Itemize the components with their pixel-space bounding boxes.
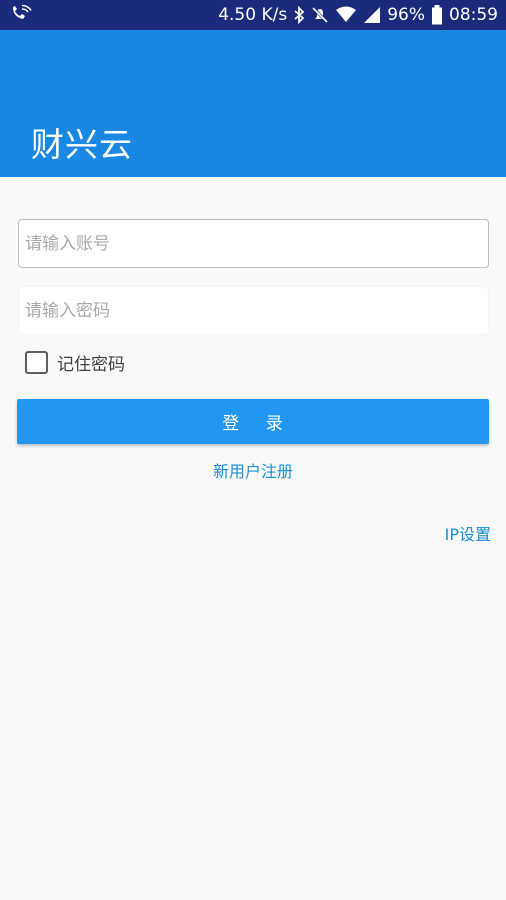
remember-password-toggle[interactable]: 记住密码 (25, 350, 125, 375)
phone-wifi-icon (10, 4, 32, 27)
status-right: 4.50 K/s 96% 08:59 (218, 5, 498, 25)
login-button-label: 登 录 (222, 414, 284, 434)
remember-checkbox[interactable] (25, 351, 48, 374)
password-input[interactable] (25, 287, 488, 334)
network-speed: 4.50 K/s (218, 5, 288, 25)
account-field[interactable] (18, 219, 489, 268)
password-field[interactable] (18, 286, 489, 335)
register-link[interactable]: 新用户注册 (0, 458, 506, 482)
status-bar: 4.50 K/s 96% 08:59 (0, 0, 506, 30)
battery-percent: 96% (387, 5, 425, 25)
wifi-icon (335, 6, 357, 24)
clock: 08:59 (449, 5, 498, 25)
mute-icon (311, 6, 329, 24)
register-link-label[interactable]: 新用户注册 (213, 462, 293, 481)
remember-label: 记住密码 (57, 355, 125, 375)
ip-settings-label[interactable]: IP设置 (445, 525, 491, 544)
ip-settings-link[interactable]: IP设置 (445, 521, 491, 545)
status-left (10, 4, 32, 27)
battery-icon (431, 5, 443, 25)
signal-icon (363, 6, 381, 24)
app-title: 财兴云 (31, 125, 133, 164)
login-button[interactable]: 登 录 (17, 399, 489, 444)
app-header: 财兴云 (0, 30, 506, 177)
account-input[interactable] (25, 220, 488, 267)
bluetooth-icon (293, 6, 305, 24)
